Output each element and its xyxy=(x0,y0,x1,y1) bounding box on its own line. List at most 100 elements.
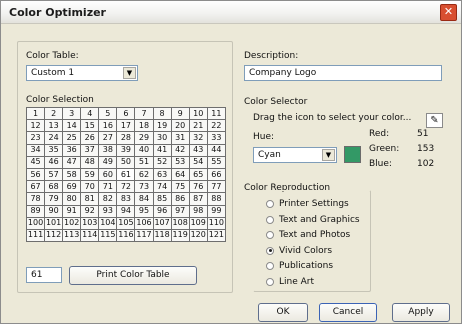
color-cell[interactable]: 34 xyxy=(25,143,46,157)
color-cell[interactable]: 63 xyxy=(152,167,172,182)
color-cell[interactable]: 41 xyxy=(152,143,172,157)
color-cell[interactable]: 35 xyxy=(44,143,64,157)
color-cell[interactable]: 1 xyxy=(25,106,46,121)
color-cell[interactable]: 78 xyxy=(25,192,46,206)
cancel-button[interactable]: Cancel xyxy=(319,303,377,322)
color-cell[interactable]: 68 xyxy=(44,180,64,194)
color-cell[interactable]: 38 xyxy=(98,143,118,157)
color-cell[interactable]: 52 xyxy=(152,155,172,169)
color-cell[interactable]: 37 xyxy=(80,143,100,157)
color-cell[interactable]: 57 xyxy=(44,167,64,182)
color-cell[interactable]: 10 xyxy=(188,106,208,121)
color-cell[interactable]: 86 xyxy=(170,192,190,206)
color-cell[interactable]: 110 xyxy=(206,216,227,230)
color-cell[interactable]: 46 xyxy=(44,155,64,169)
color-cell[interactable]: 73 xyxy=(134,180,154,194)
color-cell[interactable]: 95 xyxy=(134,204,154,218)
color-cell[interactable]: 93 xyxy=(98,204,118,218)
radio-button[interactable] xyxy=(266,277,274,286)
color-cell[interactable]: 21 xyxy=(188,119,208,133)
color-cell[interactable]: 9 xyxy=(170,106,190,121)
color-cell[interactable]: 58 xyxy=(62,167,82,182)
radio-label[interactable]: Text and Graphics xyxy=(279,215,360,225)
radio-button[interactable] xyxy=(266,200,274,208)
color-cell[interactable]: 88 xyxy=(206,192,227,206)
color-cell[interactable]: 116 xyxy=(116,228,136,243)
close-icon[interactable]: ✕ xyxy=(440,4,457,21)
color-cell[interactable]: 16 xyxy=(98,119,118,133)
color-cell[interactable]: 77 xyxy=(206,180,227,194)
color-cell[interactable]: 112 xyxy=(44,228,64,243)
color-cell[interactable]: 30 xyxy=(152,131,172,145)
radio-button[interactable] xyxy=(266,231,274,239)
color-cell[interactable]: 62 xyxy=(134,167,154,182)
color-cell[interactable]: 64 xyxy=(170,167,190,182)
color-cell[interactable]: 45 xyxy=(25,155,46,169)
color-cell[interactable]: 69 xyxy=(62,180,82,194)
color-cell[interactable]: 81 xyxy=(80,192,100,206)
color-cell[interactable]: 67 xyxy=(25,180,46,194)
color-cell[interactable]: 40 xyxy=(134,143,154,157)
color-cell[interactable]: 114 xyxy=(80,228,100,243)
color-cell[interactable]: 20 xyxy=(170,119,190,133)
color-cell[interactable]: 43 xyxy=(188,143,208,157)
color-cell[interactable]: 90 xyxy=(44,204,64,218)
color-cell[interactable]: 49 xyxy=(98,155,118,169)
color-cell[interactable]: 6 xyxy=(116,106,136,121)
color-cell[interactable]: 14 xyxy=(62,119,82,133)
color-cell[interactable]: 27 xyxy=(98,131,118,145)
color-cell[interactable]: 11 xyxy=(206,106,227,121)
radio-label[interactable]: Vivid Colors xyxy=(279,246,332,256)
color-number-field[interactable]: 61 xyxy=(26,267,62,283)
color-cell[interactable]: 42 xyxy=(170,143,190,157)
radio-label[interactable]: Text and Photos xyxy=(279,230,350,240)
color-cell[interactable]: 26 xyxy=(80,131,100,145)
chevron-down-icon[interactable]: ▼ xyxy=(322,149,335,161)
color-cell[interactable]: 118 xyxy=(152,228,172,243)
chevron-down-icon[interactable]: ▼ xyxy=(123,67,136,79)
color-cell[interactable]: 51 xyxy=(134,155,154,169)
color-cell[interactable]: 5 xyxy=(98,106,118,121)
color-cell[interactable]: 32 xyxy=(188,131,208,145)
color-cell[interactable]: 100 xyxy=(25,216,46,230)
color-cell[interactable]: 82 xyxy=(98,192,118,206)
color-cell[interactable]: 103 xyxy=(80,216,100,230)
color-cell[interactable]: 105 xyxy=(116,216,136,230)
color-cell[interactable]: 109 xyxy=(188,216,208,230)
color-cell[interactable]: 121 xyxy=(206,228,227,243)
color-cell[interactable]: 44 xyxy=(206,143,227,157)
color-cell[interactable]: 76 xyxy=(188,180,208,194)
color-cell[interactable]: 55 xyxy=(206,155,227,169)
color-cell[interactable]: 28 xyxy=(116,131,136,145)
radio-label[interactable]: Printer Settings xyxy=(279,199,349,209)
apply-button[interactable]: Apply xyxy=(392,303,450,322)
color-cell[interactable]: 119 xyxy=(170,228,190,243)
radio-button[interactable] xyxy=(266,262,274,270)
color-cell[interactable]: 96 xyxy=(152,204,172,218)
color-cell[interactable]: 107 xyxy=(152,216,172,230)
color-cell[interactable]: 97 xyxy=(170,204,190,218)
radio-label[interactable]: Line Art xyxy=(279,277,314,287)
color-cell[interactable]: 54 xyxy=(188,155,208,169)
color-cell[interactable]: 53 xyxy=(170,155,190,169)
color-cell[interactable]: 104 xyxy=(98,216,118,230)
color-cell[interactable]: 108 xyxy=(170,216,190,230)
color-cell[interactable]: 4 xyxy=(80,106,100,121)
color-cell[interactable]: 23 xyxy=(25,131,46,145)
ok-button[interactable]: OK xyxy=(258,303,308,322)
hue-dropdown[interactable]: Cyan ▼ xyxy=(253,147,337,163)
color-cell[interactable]: 74 xyxy=(152,180,172,194)
description-input[interactable]: Company Logo xyxy=(244,65,442,81)
color-cell[interactable]: 80 xyxy=(62,192,82,206)
color-cell[interactable]: 24 xyxy=(44,131,64,145)
color-cell[interactable]: 8 xyxy=(152,106,172,121)
color-cell[interactable]: 61 xyxy=(116,167,136,182)
color-cell[interactable]: 18 xyxy=(134,119,154,133)
color-cell[interactable]: 66 xyxy=(206,167,227,182)
color-cell[interactable]: 72 xyxy=(116,180,136,194)
color-cell[interactable]: 83 xyxy=(116,192,136,206)
color-cell[interactable]: 101 xyxy=(44,216,64,230)
color-cell[interactable]: 98 xyxy=(188,204,208,218)
color-cell[interactable]: 120 xyxy=(188,228,208,243)
color-cell[interactable]: 71 xyxy=(98,180,118,194)
